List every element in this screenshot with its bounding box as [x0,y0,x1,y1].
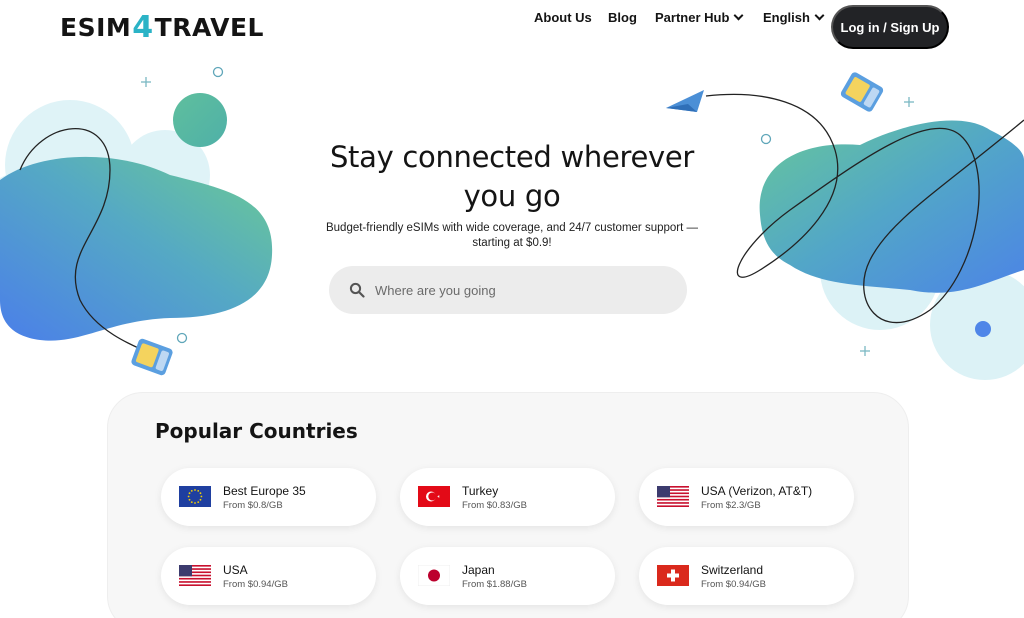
country-price: From $1.88/GB [462,579,527,590]
search-input[interactable] [375,280,665,300]
country-name: Turkey [462,484,499,498]
japan-flag-icon [418,565,450,586]
eu-flag-icon [179,486,211,507]
hero-title: Stay connected wherever you go [292,138,732,216]
nav-blog[interactable]: Blog [608,10,637,25]
paper-plane-icon [666,90,704,112]
country-card-usa[interactable]: USA From $0.94/GB [161,547,376,605]
destination-search-bar[interactable] [329,266,687,314]
country-price: From $0.94/GB [223,579,288,590]
country-card-switzerland[interactable]: Switzerland From $0.94/GB [639,547,854,605]
logo-four-mark: 4 [132,10,154,45]
nav-partner-hub[interactable]: Partner Hub [655,9,744,25]
hero-title-line1: Stay connected wherever [329,140,695,174]
ring-decoration [760,133,772,145]
country-price: From $0.94/GB [701,579,766,590]
language-label: English [763,9,810,25]
usa-flag-icon [657,486,689,507]
country-price: From $2.3/GB [701,500,761,511]
language-selector[interactable]: English [763,9,825,25]
popular-countries-title: Popular Countries [155,419,358,443]
country-card-usa-verizon-att[interactable]: USA (Verizon, AT&T) From $2.3/GB [639,468,854,526]
logo-text-right: TRAVEL [154,13,264,42]
country-card-best-europe[interactable]: Best Europe 35 From $0.8/GB [161,468,376,526]
sim-card-icon [131,338,173,376]
green-circle [173,93,227,147]
ring-decoration [212,66,224,78]
nav-about-us[interactable]: About Us [534,10,592,25]
country-name: Best Europe 35 [223,484,306,498]
hero-subtitle-line1: Budget-friendly eSIMs with wide coverage… [325,222,699,234]
hero-subtitle: Budget-friendly eSIMs with wide coverage… [300,221,724,251]
country-name: Japan [462,563,495,577]
top-navigation: ESIM 4 TRAVEL About Us Blog Partner Hub En… [0,0,1024,54]
logo-text-left: ESIM [60,13,132,42]
brand-logo[interactable]: ESIM 4 TRAVEL [60,10,264,45]
country-card-japan[interactable]: Japan From $1.88/GB [400,547,615,605]
country-name: USA [223,563,248,577]
login-signup-button[interactable]: Log in / Sign Up [831,5,949,49]
search-icon [349,282,365,298]
country-card-turkey[interactable]: Turkey From $0.83/GB [400,468,615,526]
turkey-flag-icon [418,486,450,507]
usa-flag-icon [179,565,211,586]
blue-dot [975,321,991,337]
right-blob [759,120,1024,293]
nav-partner-hub-label: Partner Hub [655,9,730,25]
country-price: From $0.83/GB [462,500,527,511]
country-price: From $0.8/GB [223,500,283,511]
chevron-down-icon [814,10,825,20]
left-blob [0,156,273,341]
switzerland-flag-icon [657,565,689,586]
sim-card-icon [840,72,884,112]
ring-decoration [176,332,188,344]
hero-title-line2: you go [463,179,561,213]
country-name: Switzerland [701,563,764,577]
country-name: USA (Verizon, AT&T) [701,484,813,498]
hero-subtitle-line2: starting at $0.9! [472,237,552,249]
chevron-down-icon [733,10,744,20]
